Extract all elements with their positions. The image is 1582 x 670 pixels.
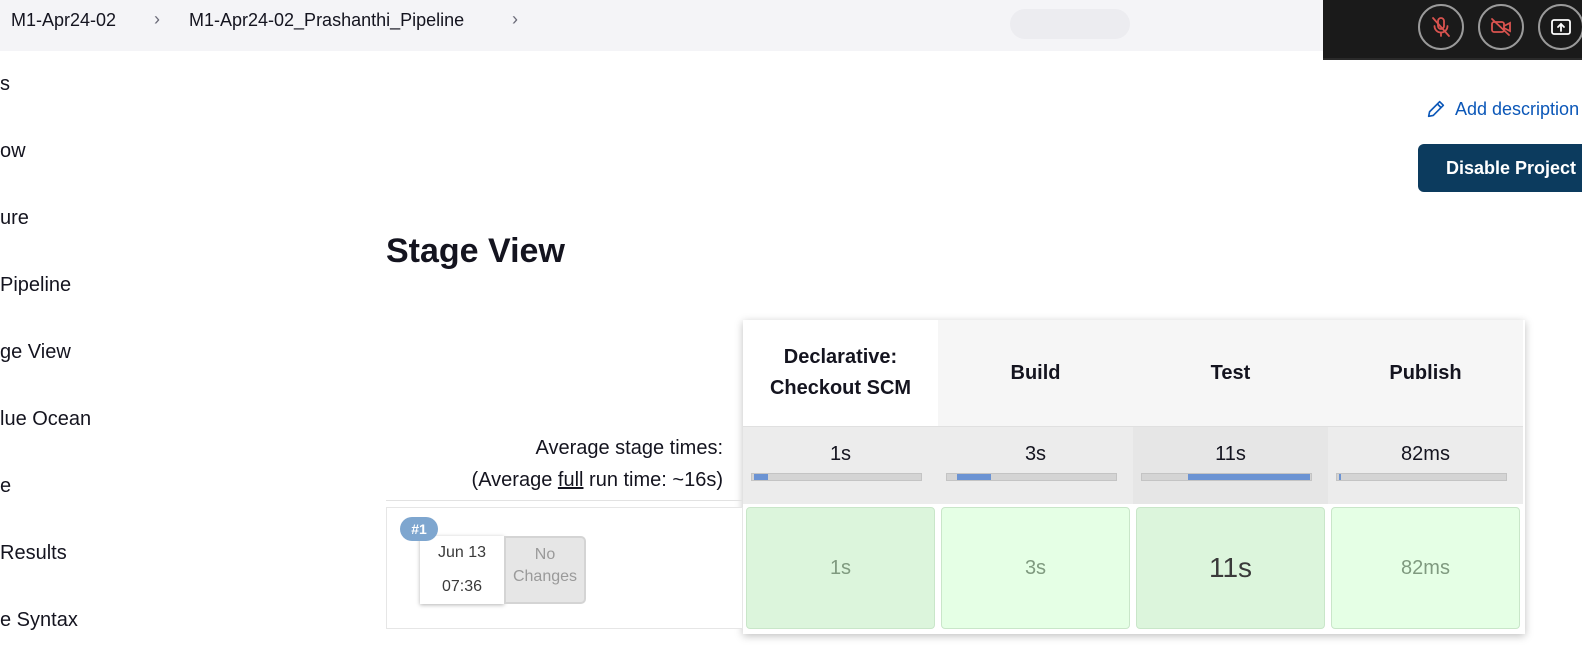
pencil-icon — [1427, 100, 1445, 118]
avg-time-cell: 1s — [743, 426, 938, 504]
sidebar-item-test-results[interactable]: Results — [0, 542, 67, 565]
breadcrumb-item-pipeline[interactable]: M1-Apr24-02_Prashanthi_Pipeline — [189, 10, 464, 31]
no-changes-box[interactable]: No Changes — [504, 536, 586, 604]
full-run-link[interactable]: full — [558, 469, 584, 491]
stage-view-table: Declarative: Checkout SCM Build Test Pub… — [743, 320, 1525, 634]
stage-header-build: Build — [938, 320, 1133, 426]
progress-bar-fill — [957, 474, 991, 480]
progress-bar — [1336, 473, 1507, 481]
add-description-link[interactable]: Add description — [1425, 98, 1579, 120]
build-date: Jun 13 — [437, 544, 487, 561]
progress-bar-fill — [754, 474, 768, 480]
sidebar-item-pipeline[interactable]: Pipeline — [0, 274, 71, 297]
search-box[interactable] — [1010, 9, 1130, 39]
stage-run-cell[interactable]: 82ms — [1331, 507, 1520, 629]
disable-project-button[interactable]: Disable Project — [1418, 144, 1582, 192]
stage-view-title: Stage View — [386, 232, 565, 270]
progress-bar-fill — [1339, 474, 1341, 480]
progress-bar — [751, 473, 922, 481]
sidebar-item-status[interactable]: s — [0, 73, 10, 96]
sidebar-item-configure[interactable]: ure — [0, 207, 29, 230]
average-stage-times-text: Average stage times: — [535, 437, 723, 459]
sidebar-item-rename[interactable]: e — [0, 475, 11, 498]
avg-time-value: 11s — [1215, 443, 1246, 465]
stage-header-checkout: Declarative: Checkout SCM — [769, 346, 912, 399]
share-screen-icon[interactable] — [1538, 4, 1582, 50]
progress-bar — [946, 473, 1117, 481]
build-time: 07:36 — [441, 578, 483, 595]
build-date-box[interactable]: Jun 13 07:36 — [420, 536, 504, 604]
avg-time-cell: 82ms — [1328, 426, 1523, 504]
progress-bar-fill — [1188, 474, 1310, 480]
stage-header-test: Test — [1133, 320, 1328, 426]
stage-run-cell[interactable]: 11s — [1136, 507, 1325, 629]
sidebar-item-changes[interactable]: ow — [0, 140, 26, 163]
avg-time-value: 3s — [1024, 443, 1047, 465]
add-description-label: Add description — [1455, 98, 1580, 119]
avg-time-cell: 3s — [938, 426, 1133, 504]
stage-run-cell[interactable]: 3s — [941, 507, 1130, 629]
average-times-label: Average stage times: (Average full run t… — [386, 432, 723, 496]
mic-off-icon[interactable] — [1418, 4, 1464, 50]
stage-run-cell[interactable]: 1s — [746, 507, 935, 629]
average-run-time-text: (Average full run time: ~16s) — [471, 469, 723, 491]
stage-header-publish: Publish — [1328, 320, 1523, 426]
chevron-right-icon[interactable]: › — [512, 9, 518, 30]
progress-bar — [1141, 473, 1312, 481]
sidebar-item-blue-ocean[interactable]: lue Ocean — [0, 408, 91, 431]
video-off-icon[interactable] — [1478, 4, 1524, 50]
sidebar-item-stage-view[interactable]: ge View — [0, 341, 71, 364]
divider — [386, 500, 743, 501]
chevron-right-icon[interactable]: › — [154, 9, 160, 30]
build-number-badge[interactable]: #1 — [400, 517, 438, 541]
avg-time-value: 1s — [829, 443, 852, 465]
avg-time-cell: 11s — [1133, 426, 1328, 504]
sidebar-item-pipeline-syntax[interactable]: e Syntax — [0, 609, 78, 632]
avg-time-value: 82ms — [1401, 443, 1450, 465]
meeting-controls-overlay — [1323, 0, 1582, 60]
breadcrumb-item-folder[interactable]: M1-Apr24-02 — [11, 10, 116, 31]
